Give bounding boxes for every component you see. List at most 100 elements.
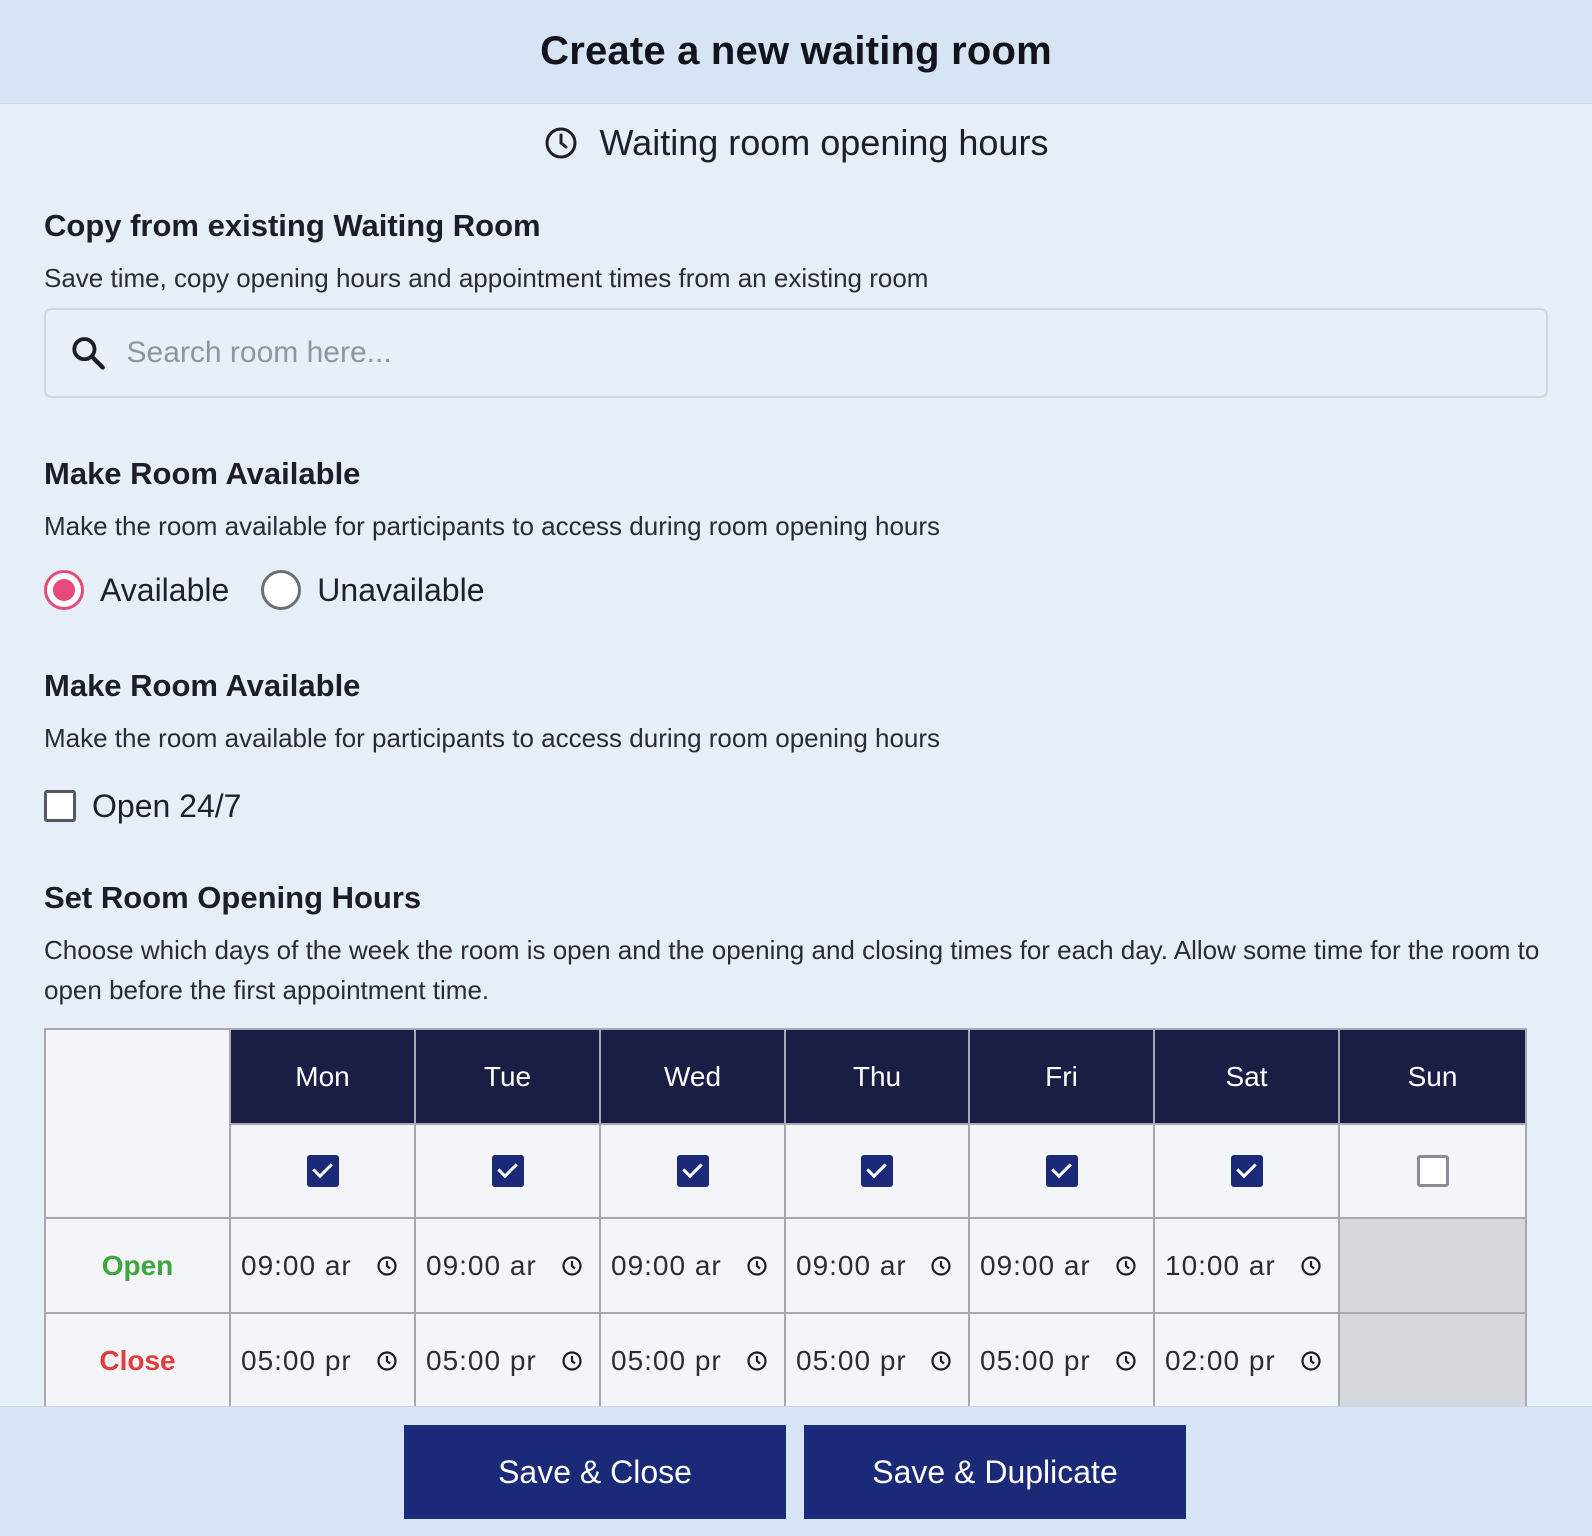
open-time-fri[interactable]: 09:00 ar [968,1217,1155,1314]
close-time-value: 05:00 pr [241,1344,352,1376]
clock-icon [545,127,577,159]
open-always-title: Make Room Available [44,668,361,703]
day-check-cell [784,1123,970,1219]
day-check-cell [1153,1123,1340,1219]
radio-unavailable[interactable] [261,570,302,610]
day-check-cell [229,1123,416,1219]
close-time-value: 05:00 pr [980,1344,1091,1376]
open-24-7-checkbox[interactable] [44,790,76,822]
clock-icon[interactable] [1300,1350,1322,1372]
table-corner [44,1028,231,1219]
open-always-description: Make the room available for participants… [44,723,941,753]
modal-title: Create a new waiting room [540,29,1052,73]
search-room-box[interactable] [44,308,1548,398]
day-checkbox-row [45,1123,1527,1219]
open-time-sat[interactable]: 10:00 ar [1153,1217,1340,1314]
clock-icon[interactable] [746,1350,768,1372]
radio-option-unavailable[interactable]: Unavailable [261,570,485,610]
open-24-7-row[interactable]: Open 24/7 [44,784,1548,828]
modal-content: Waiting room opening hours Copy from exi… [0,106,1592,1409]
availability-title: Make Room Available [44,456,361,491]
open-time-tue[interactable]: 09:00 ar [414,1217,601,1314]
close-time-wed[interactable]: 05:00 pr [599,1312,786,1409]
copy-room-description: Save time, copy opening hours and appoin… [44,263,929,293]
availability-radio-group: Available Unavailable [44,568,1548,612]
day-checkbox-wed[interactable] [676,1155,709,1187]
open-time-value: 10:00 ar [1165,1249,1276,1281]
day-header-fri: Fri [968,1028,1155,1125]
close-time-fri[interactable]: 05:00 pr [968,1312,1155,1409]
day-check-cell [968,1123,1155,1219]
day-check-cell [414,1123,601,1219]
open-time-value: 09:00 ar [796,1249,907,1281]
search-icon [72,337,105,370]
clock-icon[interactable] [930,1350,952,1372]
clock-icon[interactable] [746,1255,768,1277]
radio-available-label: Available [100,571,230,608]
clock-icon[interactable] [561,1350,583,1372]
availability-section: Make Room Available Make the room availa… [44,456,1548,612]
open-time-sun-disabled [1338,1217,1527,1314]
clock-icon[interactable] [376,1255,398,1277]
close-time-value: 05:00 pr [611,1344,722,1376]
day-header-sun: Sun [1338,1028,1527,1125]
open-time-value: 09:00 ar [611,1249,722,1281]
day-header-tue: Tue [414,1028,601,1125]
modal-header: Create a new waiting room [0,0,1592,104]
day-checkbox-fri[interactable] [1045,1155,1078,1187]
close-time-sun-disabled [1338,1312,1527,1409]
save-close-button[interactable]: Save & Close [404,1425,786,1519]
open-24-7-label: Open 24/7 [92,787,242,824]
close-time-row: Close 05:00 pr 05:00 pr 05:00 pr 05:00 p… [44,1312,1527,1409]
clock-icon[interactable] [1115,1350,1137,1372]
day-check-cell [1338,1123,1527,1219]
opening-hours-section: Set Room Opening Hours Choose which days… [44,880,1548,1409]
open-time-thu[interactable]: 09:00 ar [784,1217,970,1314]
opening-hours-table: Mon Tue Wed Thu Fri Sat Sun Open 09:00 a… [44,1028,1527,1409]
open-row-label: Open [44,1217,231,1314]
close-time-value: 05:00 pr [796,1344,907,1376]
clock-icon[interactable] [1300,1255,1322,1277]
opening-hours-title: Set Room Opening Hours [44,880,422,915]
opening-hours-description: Choose which days of the week the room i… [44,935,1540,1005]
close-time-value: 05:00 pr [426,1344,537,1376]
open-time-value: 09:00 ar [241,1249,352,1281]
close-time-thu[interactable]: 05:00 pr [784,1312,970,1409]
day-checkbox-sun[interactable] [1416,1155,1449,1187]
section-heading: Waiting room opening hours [44,106,1548,180]
open-time-mon[interactable]: 09:00 ar [229,1217,416,1314]
day-header-wed: Wed [599,1028,786,1125]
clock-icon[interactable] [930,1255,952,1277]
clock-icon[interactable] [376,1350,398,1372]
radio-available[interactable] [44,570,84,610]
open-always-section: Make Room Available Make the room availa… [44,668,1548,828]
open-time-value: 09:00 ar [426,1249,537,1281]
day-checkbox-sat[interactable] [1230,1155,1263,1187]
day-check-cell [599,1123,786,1219]
copy-room-title: Copy from existing Waiting Room [44,208,541,243]
day-checkbox-tue[interactable] [491,1155,524,1187]
radio-option-available[interactable]: Available [44,570,229,610]
open-time-row: Open 09:00 ar 09:00 ar 09:00 ar 09:00 ar… [44,1217,1527,1314]
save-duplicate-button[interactable]: Save & Duplicate [804,1425,1186,1519]
day-header-thu: Thu [784,1028,970,1125]
close-time-mon[interactable]: 05:00 pr [229,1312,416,1409]
close-time-value: 02:00 pr [1165,1344,1276,1376]
copy-room-section: Copy from existing Waiting Room Save tim… [44,208,1548,398]
clock-icon[interactable] [1115,1255,1137,1277]
days-header-row: Mon Tue Wed Thu Fri Sat Sun [44,1028,1527,1219]
close-time-sat[interactable]: 02:00 pr [1153,1312,1340,1409]
radio-unavailable-label: Unavailable [317,571,485,608]
day-checkbox-mon[interactable] [306,1155,339,1187]
day-checkbox-thu[interactable] [861,1155,893,1187]
section-title: Waiting room opening hours [599,122,1049,163]
close-time-tue[interactable]: 05:00 pr [414,1312,601,1409]
close-row-label: Close [44,1312,231,1409]
day-header-sat: Sat [1153,1028,1340,1125]
availability-description: Make the room available for participants… [44,511,941,541]
day-header-mon: Mon [229,1028,416,1125]
open-time-wed[interactable]: 09:00 ar [599,1217,786,1314]
modal-footer: Save & Close Save & Duplicate [0,1406,1592,1536]
clock-icon[interactable] [561,1255,583,1277]
search-room-input[interactable] [126,336,1546,370]
